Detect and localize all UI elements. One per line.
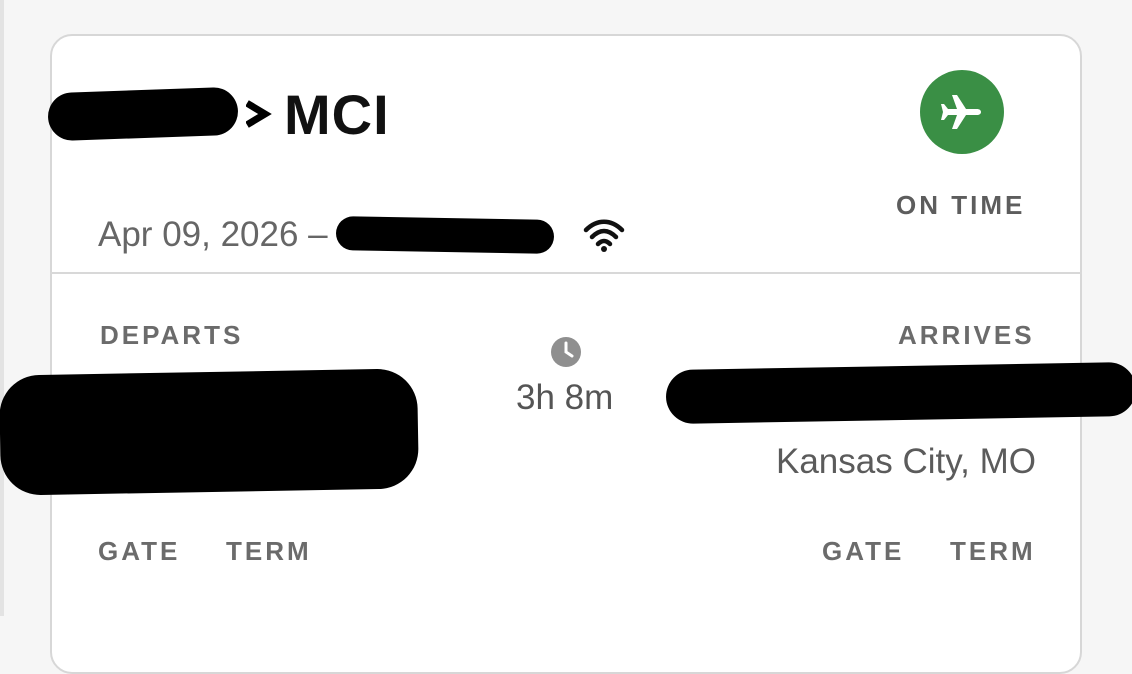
- arrives-gate-label: GATE: [822, 536, 905, 566]
- origin-redaction: [47, 86, 239, 142]
- departure-info-redaction: [0, 368, 420, 496]
- status-label: ON TIME: [896, 190, 1026, 220]
- wifi-icon: [583, 219, 624, 252]
- departs-label: DEPARTS: [100, 320, 244, 350]
- departs-term-label: TERM: [226, 536, 312, 566]
- arrives-label: ARRIVES: [898, 320, 1035, 350]
- arrow-right-icon: [246, 100, 272, 128]
- status-icon-circle: [920, 70, 1004, 154]
- clock-icon: [551, 337, 581, 367]
- route-header: MCI: [47, 74, 390, 154]
- flight-number-redaction: [335, 216, 554, 254]
- flight-date-row: Apr 09, 2026 –: [98, 212, 626, 258]
- airplane-icon: [941, 95, 981, 129]
- destination-airport-code: MCI: [284, 82, 390, 146]
- flight-duration: 3h 8m: [516, 378, 614, 417]
- departs-gate-label: GATE: [98, 536, 181, 566]
- flight-date: Apr 09, 2026 –: [98, 215, 328, 254]
- arrival-time-redaction: [665, 361, 1132, 425]
- left-panel-edge: [0, 0, 4, 616]
- arrival-city: Kansas City, MO: [776, 442, 1036, 481]
- arrives-term-label: TERM: [950, 536, 1036, 566]
- card-divider: [50, 272, 1082, 274]
